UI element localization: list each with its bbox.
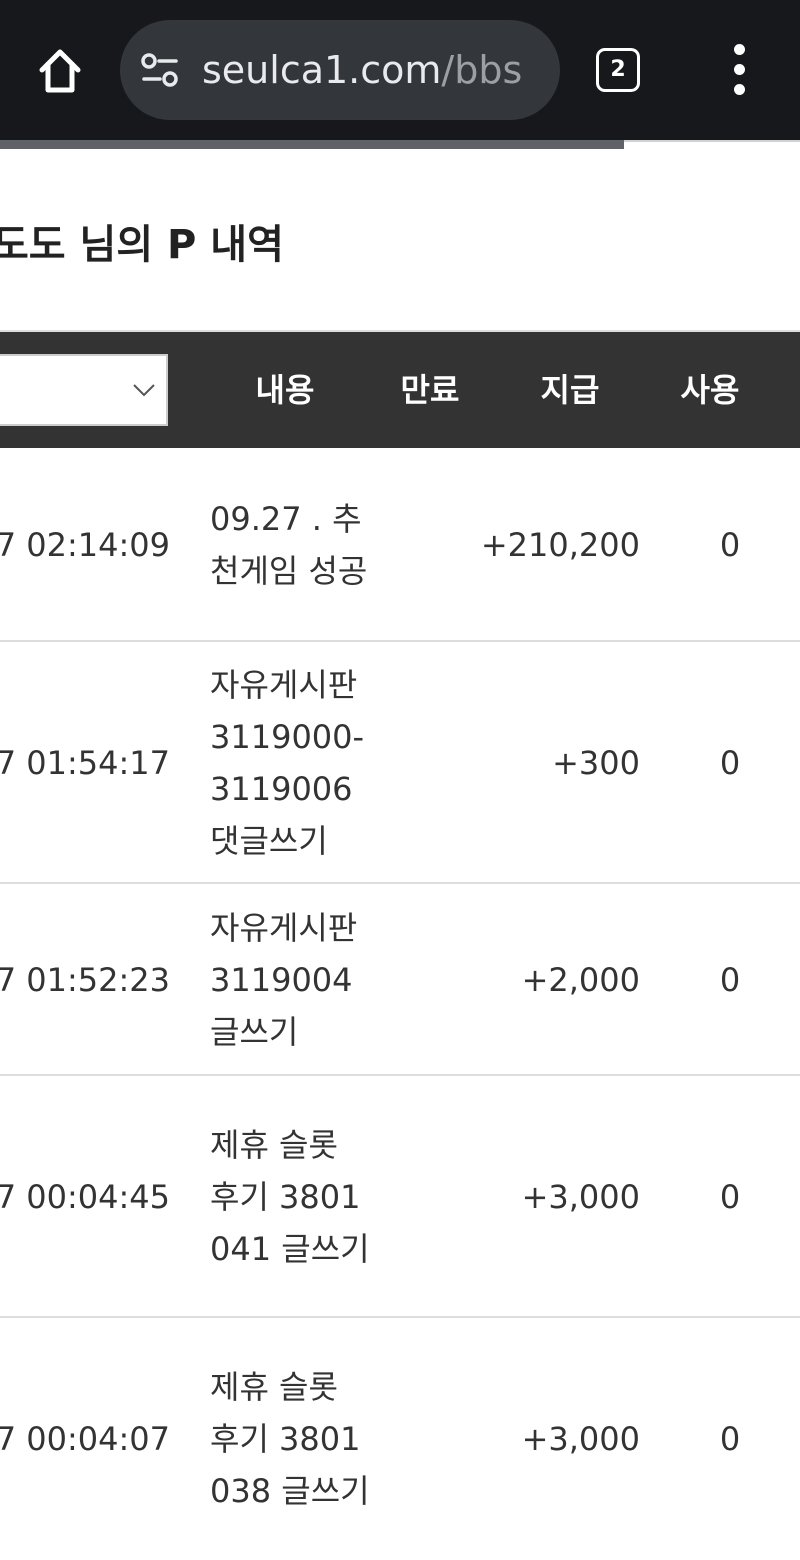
address-bar[interactable]: seulca1.com/bbs	[120, 20, 560, 120]
table-header: 내용 만료 지급 사용	[0, 330, 800, 448]
row-content: 자유게시판 3119004 글쓰기	[210, 909, 358, 1051]
table-row: 27 01:54:17 자유게시판 3119000-3119006 댓글쓰기 +…	[0, 642, 800, 884]
header-expire: 만료	[400, 371, 460, 409]
url-domain: seulca1.com	[202, 48, 442, 92]
row-use: 0	[719, 526, 741, 564]
row-give: +210,200	[480, 526, 640, 564]
tab-count: 2	[596, 48, 640, 92]
row-date: 27 01:52:23	[0, 961, 170, 999]
table-row: 27 00:04:45 제휴 슬롯 후기 3801041 글쓰기 +3,000 …	[0, 1076, 800, 1318]
home-icon[interactable]	[30, 40, 90, 100]
row-use: 0	[719, 1420, 741, 1458]
row-use: 0	[719, 744, 741, 782]
row-content: 제휴 슬롯 후기 3801041 글쓰기	[210, 1126, 370, 1268]
table-row: 27 01:52:23 자유게시판 3119004 글쓰기 +2,000 0	[0, 884, 800, 1076]
row-date: 27 02:14:09	[0, 526, 170, 564]
browser-toolbar: seulca1.com/bbs 2	[0, 0, 800, 140]
row-use: 0	[719, 961, 741, 999]
header-give: 지급	[540, 371, 600, 409]
site-settings-icon[interactable]	[140, 52, 180, 88]
progress-remaining	[624, 140, 800, 142]
row-use: 0	[719, 1178, 741, 1216]
row-date: 27 01:54:17	[0, 744, 170, 782]
header-content: 내용	[255, 371, 315, 409]
progress-fill	[0, 140, 624, 149]
row-date: 27 00:04:45	[0, 1178, 170, 1216]
tab-switcher-button[interactable]: 2	[596, 48, 640, 92]
row-content: 자유게시판 3119000-3119006 댓글쓰기	[210, 666, 365, 860]
row-give: +3,000	[521, 1178, 640, 1216]
more-menu-icon[interactable]	[720, 44, 760, 96]
row-content: 제휴 슬롯 후기 3801038 글쓰기	[210, 1368, 370, 1510]
row-content: 09.27 . 추천게임 성공	[210, 500, 368, 590]
row-give: +2,000	[521, 961, 640, 999]
table-row: 27 02:14:09 09.27 . 추천게임 성공 +210,200 0	[0, 448, 800, 642]
header-use: 사용	[680, 371, 740, 409]
page-title: 도도 님의 P 내역	[0, 222, 284, 268]
url-path: /bbs	[441, 48, 523, 92]
table-row: 27 00:04:07 제휴 슬롯 후기 3801038 글쓰기 +3,000 …	[0, 1318, 800, 1560]
row-give: +3,000	[521, 1420, 640, 1458]
url-text[interactable]: seulca1.com/bbs	[202, 20, 522, 120]
date-filter-select[interactable]	[0, 354, 168, 426]
row-give: +300	[552, 744, 640, 782]
chevron-down-icon	[133, 384, 155, 397]
row-date: 27 00:04:07	[0, 1420, 170, 1458]
points-table-body: 27 02:14:09 09.27 . 추천게임 성공 +210,200 0 2…	[0, 448, 800, 1560]
page-load-progress	[0, 140, 800, 150]
